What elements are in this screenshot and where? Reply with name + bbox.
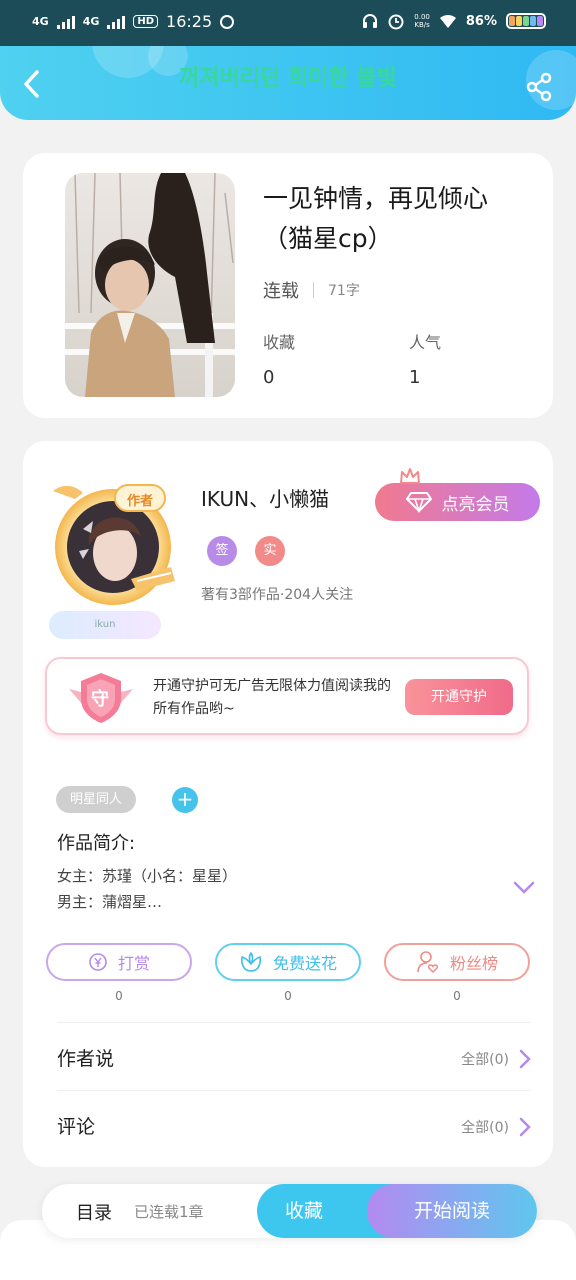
author-says-title[interactable]: 作者说: [57, 1044, 114, 1071]
network-label: 4G: [32, 15, 49, 28]
avatar-author-badge: 作者: [127, 494, 154, 509]
guard-button[interactable]: 开通守护: [405, 679, 513, 715]
header-title: 꺼져버리던 희미한 불빛: [179, 66, 397, 91]
location-icon: [220, 14, 235, 29]
comments-all[interactable]: 全部(0): [461, 1117, 531, 1137]
book-status-row: 连载 71字: [263, 277, 360, 303]
author-tag: ikun: [49, 611, 161, 639]
guard-text: 开通守护可无广告无限体力值阅读我的所有作品哟~: [153, 678, 391, 717]
avatar-image: [53, 484, 175, 605]
author-meta: 著有3部作品·204人关注: [201, 587, 354, 603]
guard-shield-char: 守: [91, 689, 109, 710]
flower-button[interactable]: 免费送花: [215, 943, 361, 981]
author-avatar[interactable]: 作者: [53, 481, 185, 609]
app-header: 꺼져버리던 희미한 불빛: [0, 46, 576, 120]
net-speed: 0.00 KB/s: [414, 13, 430, 29]
toc-button[interactable]: 目录: [76, 1199, 112, 1225]
favorites-label: 收藏: [263, 333, 296, 352]
intro-line-1: 女主：苏瑾（小名：星星）: [57, 867, 238, 885]
headphones-icon: [363, 14, 378, 28]
vip-label: 点亮会员: [441, 494, 510, 515]
tip-count: 0: [115, 989, 123, 1003]
fans-rank-label: 粉丝榜: [449, 954, 498, 973]
tip-label: 打赏: [117, 954, 150, 973]
flower-count: 0: [284, 989, 292, 1003]
cover-image: [65, 173, 235, 397]
battery-icon: [506, 13, 546, 29]
popularity-value: 1: [409, 367, 421, 388]
divider: [313, 282, 314, 298]
coin-icon: [89, 953, 107, 971]
wifi-icon: [439, 14, 456, 28]
verified-badge: 实: [255, 536, 285, 566]
author-says-all[interactable]: 全部(0): [461, 1049, 531, 1069]
diamond-icon: [405, 492, 432, 513]
net-speed-unit: KB/s: [414, 21, 430, 29]
favorites-value: 0: [263, 367, 275, 388]
signal-icon-2: [107, 15, 126, 29]
crown-icon: [400, 468, 420, 484]
genre-tag[interactable]: 明星同人: [56, 786, 137, 813]
chevron-down-icon[interactable]: [513, 881, 535, 895]
fans-rank-button[interactable]: 粉丝榜: [384, 943, 530, 981]
book-info-card: 一见钟情，再见倾心（猫星cp） 连载 71字 收藏 0 人气 1: [23, 153, 553, 418]
guard-banner: 守 开通守护可无广告无限体力值阅读我的所有作品哟~ 开通守护: [45, 657, 529, 735]
comments-all-label: 全部(0): [461, 1120, 509, 1136]
favorites-stat: 收藏 0: [263, 329, 295, 388]
alarm-icon: [388, 14, 404, 30]
divider: [57, 1090, 531, 1091]
tip-button[interactable]: 打赏: [46, 943, 192, 981]
book-title: 一见钟情，再见倾心（猫星cp）: [263, 184, 489, 253]
signal-icon: [56, 15, 75, 29]
vip-button[interactable]: 点亮会员: [375, 483, 540, 521]
intro-heading: 作品简介:: [57, 833, 136, 854]
flower-label: 免费送花: [272, 954, 337, 973]
intro-line-2: 男主：蒲熠星…: [57, 893, 163, 911]
favorite-label: 收藏: [284, 1200, 323, 1222]
book-status: 连载: [263, 281, 299, 302]
hd-icon: HD: [133, 15, 159, 28]
fans-rank-count: 0: [453, 989, 461, 1003]
divider: [57, 1022, 531, 1023]
comments-title[interactable]: 评论: [57, 1112, 95, 1139]
book-cover[interactable]: [65, 173, 235, 397]
battery-percent: 86%: [465, 13, 497, 29]
net-speed-value: 0.00: [414, 13, 430, 21]
add-tag-button[interactable]: +: [172, 787, 198, 813]
author-card: 作者 ikun IKUN、小懒猫 点亮会员 签 实 著有3部作品·204人关注 …: [23, 441, 553, 1167]
bottom-action-bar: 目录 已连载1章 收藏 开始阅读: [42, 1184, 537, 1238]
start-reading-button[interactable]: 开始阅读: [367, 1184, 537, 1238]
clock: 16:25: [166, 12, 213, 31]
popularity-stat: 人气 1: [409, 329, 441, 388]
popularity-label: 人气: [409, 333, 442, 352]
status-bar: 4G 4G HD 16:25 0.00 KB/s 86%: [0, 0, 576, 46]
chevron-right-icon: [519, 1117, 531, 1137]
signed-badge: 签: [207, 536, 237, 566]
chapter-count: 已连载1章: [134, 1203, 204, 1221]
network-label-2: 4G: [82, 15, 100, 28]
author-says-all-label: 全部(0): [461, 1052, 509, 1068]
author-name: IKUN、小懒猫: [201, 487, 330, 511]
chevron-right-icon: [519, 1049, 531, 1069]
word-count: 71字: [328, 283, 360, 299]
user-heart-icon: [417, 951, 439, 974]
flower-icon: [240, 952, 262, 972]
share-icon[interactable]: [524, 72, 554, 102]
